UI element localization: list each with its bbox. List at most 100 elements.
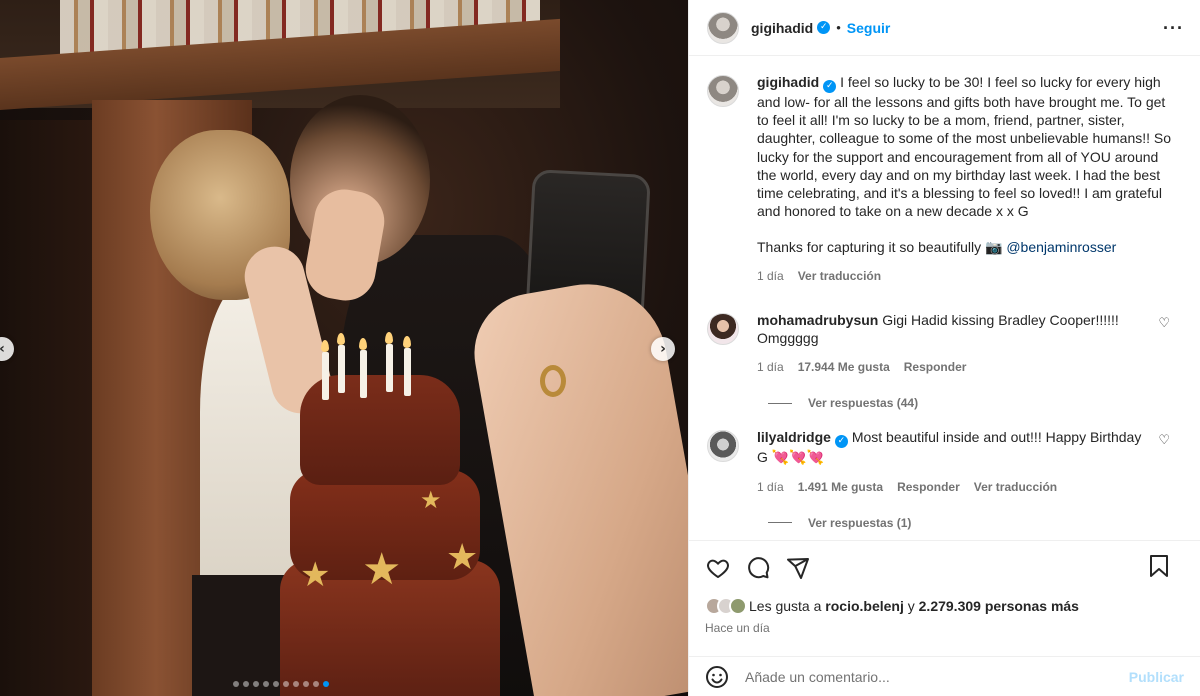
post-header: gigihadid ✓ • Seguir ··· — [689, 0, 1200, 56]
author-avatar[interactable] — [707, 75, 739, 107]
comment-meta: 1 día 17.944 Me gusta Responder — [757, 358, 1184, 376]
liker-username[interactable]: rocio.belenj — [825, 598, 904, 614]
cake-star: ★ — [362, 544, 402, 595]
view-replies-button[interactable]: Ver respuestas (1) — [763, 516, 1184, 530]
carousel-dot — [293, 681, 299, 687]
caption-line: and low- for all the lessons and gifts b… — [757, 94, 1166, 110]
follow-button[interactable]: Seguir — [847, 20, 891, 36]
emoji-icon[interactable] — [705, 665, 729, 689]
comment-text: Most beautiful inside and out!!! Happy B… — [851, 429, 1142, 446]
verified-badge-icon: ✓ — [823, 80, 837, 93]
cake-star: ★ — [420, 486, 442, 514]
carousel-dot — [323, 681, 329, 687]
likes-text: Les gusta a rocio.belenj y 2.279.309 per… — [749, 598, 1079, 614]
view-replies-label: Ver respuestas (44) — [808, 396, 919, 411]
comment-likes[interactable]: 1.491 Me gusta — [798, 478, 883, 496]
commenter-avatar[interactable] — [707, 312, 739, 345]
carousel-dot — [253, 681, 259, 687]
author-username[interactable]: gigihadid — [751, 20, 813, 36]
comment-time[interactable]: 1 día — [757, 478, 784, 496]
commenter-avatar[interactable] — [707, 430, 739, 463]
dark-background — [0, 120, 95, 696]
candle — [322, 352, 329, 400]
likes-count[interactable]: 2.279.309 personas más — [919, 598, 1079, 614]
comment-text: Omggggg — [757, 330, 819, 347]
post-photo[interactable]: ★ ★ ★ ★ ‹ › — [0, 0, 688, 696]
commenter-username[interactable]: lilyaldridge — [757, 429, 831, 445]
reply-button[interactable]: Responder — [904, 358, 967, 376]
caption-meta: 1 día Ver traducción — [757, 267, 1184, 285]
comment-input[interactable] — [745, 668, 1129, 685]
caption-line: lucky for the support and encouragement … — [757, 148, 1159, 165]
caption-line: I feel so lucky to be 30! I feel so luck… — [840, 74, 1161, 90]
candle-flame — [337, 333, 345, 345]
comment-text: Gigi Hadid kissing Bradley Cooper!!!!!! — [882, 311, 1119, 328]
comment-composer: Publicar — [689, 656, 1200, 696]
candle-flame — [403, 336, 411, 348]
more-options-icon[interactable]: ··· — [1163, 18, 1184, 39]
comment-time[interactable]: 1 día — [757, 358, 784, 376]
candle — [404, 348, 411, 396]
carousel-dot — [233, 681, 239, 687]
publish-button[interactable]: Publicar — [1129, 669, 1184, 685]
divider-line — [768, 522, 792, 524]
author-avatar[interactable] — [707, 11, 739, 44]
chevron-left-icon: ‹ — [0, 341, 5, 357]
caption-time[interactable]: 1 día — [757, 267, 784, 285]
post-time[interactable]: Hace un día — [705, 621, 1184, 635]
carousel-dot — [313, 681, 319, 687]
view-replies-button[interactable]: Ver respuestas (44) — [763, 396, 1184, 410]
caption-line: time celebrating, and it's a blessing to… — [757, 185, 1163, 202]
avatar — [729, 597, 747, 615]
like-comment-heart-icon[interactable]: ♡ — [1158, 432, 1170, 448]
carousel-indicator — [233, 681, 329, 687]
action-icons — [705, 551, 1184, 585]
candle — [338, 345, 345, 393]
like-comment-heart-icon[interactable]: ♡ — [1158, 315, 1170, 331]
camera-emoji-icon: 📷 — [985, 239, 1003, 256]
separator-dot: • — [836, 20, 841, 35]
ring — [540, 365, 566, 397]
commenter-username[interactable]: mohamadrubysun — [757, 312, 878, 328]
divider-line — [768, 402, 792, 404]
comments-section[interactable]: gigihadid ✓ I feel so lucky to be 30! I f… — [689, 57, 1200, 539]
post-details-panel: gigihadid ✓ • Seguir ··· gigihadid ✓ I fe… — [688, 0, 1200, 696]
cake-star: ★ — [300, 555, 331, 595]
see-translation-button[interactable]: Ver traducción — [798, 267, 881, 285]
comment-body: mohamadrubysun Gigi Hadid kissing Bradle… — [757, 311, 1184, 377]
comment-likes[interactable]: 17.944 Me gusta — [798, 358, 890, 376]
instagram-post: ★ ★ ★ ★ ‹ › gigihadid ✓ • Seguir — [0, 0, 1200, 696]
comment: mohamadrubysun Gigi Hadid kissing Bradle… — [707, 311, 1184, 377]
verified-badge-icon: ✓ — [817, 21, 831, 34]
candle — [360, 350, 367, 398]
caption-line: the world, every day and on my birthday … — [757, 166, 1161, 183]
comment: lilyaldridge ✓ Most beautiful inside and … — [707, 428, 1184, 495]
heart-icon[interactable] — [705, 555, 731, 581]
carousel-dot — [273, 681, 279, 687]
bookmark-icon[interactable] — [1146, 553, 1172, 579]
mention-link[interactable]: @benjaminrosser — [1006, 239, 1116, 255]
carousel-dot — [263, 681, 269, 687]
comment-meta: 1 día 1.491 Me gusta Responder Ver tradu… — [757, 478, 1184, 496]
chevron-right-icon: › — [660, 341, 666, 357]
action-bar: Les gusta a rocio.belenj y 2.279.309 per… — [689, 540, 1200, 635]
carousel-dot — [303, 681, 309, 687]
caption-body: gigihadid ✓ I feel so lucky to be 30! I f… — [757, 73, 1184, 285]
caption-thanks: Thanks for capturing it so beautifully 📷… — [757, 238, 1184, 256]
caption-line: and honored to take on a new decade x x … — [757, 203, 1029, 220]
likes-summary[interactable]: Les gusta a rocio.belenj y 2.279.309 per… — [705, 597, 1184, 615]
reply-button[interactable]: Responder — [897, 478, 960, 496]
caption-username[interactable]: gigihadid — [757, 74, 819, 90]
carousel-dot — [243, 681, 249, 687]
candle-flame — [385, 332, 393, 344]
candle — [386, 344, 393, 392]
cake-star: ★ — [446, 537, 479, 578]
liker-avatars — [705, 597, 747, 615]
caption: gigihadid ✓ I feel so lucky to be 30! I f… — [707, 73, 1184, 285]
next-slide-button[interactable]: › — [651, 337, 675, 361]
comment-icon[interactable] — [745, 555, 771, 581]
see-translation-button[interactable]: Ver traducción — [974, 478, 1057, 496]
caption-line: daughter, colleague to some of the most … — [757, 130, 1172, 147]
verified-badge-icon: ✓ — [834, 435, 848, 449]
share-icon[interactable] — [785, 555, 811, 581]
